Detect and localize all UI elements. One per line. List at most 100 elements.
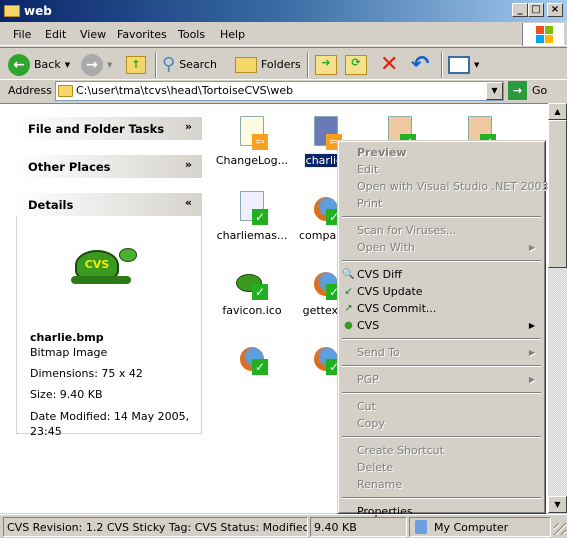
menu-item-send-to[interactable]: Send To ▶ (340, 344, 543, 361)
copy-to-button[interactable]: ⟳ (345, 52, 367, 77)
my-computer-icon (415, 520, 427, 534)
menu-favorites[interactable]: Favorites (117, 28, 167, 41)
menu-item-delete[interactable]: Delete (340, 459, 543, 476)
menu-separator (342, 216, 541, 218)
views-icon (448, 55, 470, 74)
menu-item-cvs-commit[interactable]: ↗ CVS Commit... (340, 300, 543, 317)
undo-button[interactable]: ↶ (411, 52, 429, 77)
back-label: Back (34, 58, 61, 71)
folders-button[interactable]: Folders (235, 52, 301, 77)
scroll-thumb[interactable] (548, 120, 567, 268)
details-dimensions: Dimensions: 75 x 42 (30, 367, 143, 380)
file-name: ChangeLog... (215, 154, 289, 167)
menu-item-print[interactable]: Print (340, 195, 543, 212)
up-folder-icon: ↑ (126, 55, 146, 74)
vertical-scrollbar[interactable]: ▲ ▼ (548, 103, 567, 513)
menu-item-cvs[interactable]: ● CVS ▶ (340, 317, 543, 334)
details-file-type: Bitmap Image (30, 346, 108, 359)
close-button[interactable]: × (547, 3, 563, 17)
menu-item-open-with[interactable]: Open With ▶ (340, 239, 543, 256)
address-label: Address (8, 84, 52, 97)
go-button[interactable]: → Go (508, 81, 547, 100)
delete-button[interactable]: ✕ (380, 52, 398, 77)
menu-separator (342, 338, 541, 340)
forward-button[interactable]: → ▼ (81, 52, 112, 77)
folder-icon (4, 5, 20, 17)
menu-item-open-with-visual-studio-net-2003[interactable]: Open with Visual Studio .NET 2003 (340, 178, 548, 195)
details-size: Size: 9.40 KB (30, 388, 103, 401)
file-item[interactable]: ⇦ ChangeLog... (212, 116, 292, 167)
move-to-icon: ➜ (315, 54, 337, 75)
cvs-ok-overlay-icon: ✓ (252, 284, 268, 300)
status-bar: CVS Revision: 1.2 CVS Sticky Tag: CVS St… (0, 514, 567, 538)
title-bar: web _ □ × (0, 0, 567, 22)
charlie-turtle-preview: CVS (67, 244, 143, 288)
menu-item-cvs-diff[interactable]: 🔍 CVS Diff (340, 266, 543, 283)
menu-edit[interactable]: Edit (45, 28, 66, 41)
magnifier-icon: 🔍 (342, 269, 355, 280)
views-button[interactable]: ▼ (448, 52, 479, 77)
cvs-modified-overlay-icon: ⇦ (252, 134, 268, 150)
menu-item-copy[interactable]: Copy (340, 415, 543, 432)
search-label: Search (179, 58, 217, 71)
menu-item-create-shortcut[interactable]: Create Shortcut (340, 442, 543, 459)
minimize-button[interactable]: _ (512, 3, 528, 17)
menu-help[interactable]: Help (220, 28, 245, 41)
menu-item-pgp[interactable]: PGP ▶ (340, 371, 543, 388)
copy-to-icon: ⟳ (345, 54, 367, 75)
menu-separator (342, 436, 541, 438)
status-size: 9.40 KB (310, 517, 407, 537)
details-header[interactable]: Details « (16, 193, 202, 216)
resize-grip[interactable] (554, 523, 566, 535)
menu-bar: File Edit View Favorites Tools Help (0, 22, 567, 46)
commit-arrow-icon: ↗ (344, 303, 353, 314)
folders-label: Folders (261, 58, 301, 71)
other-places-header[interactable]: Other Places» (16, 155, 202, 178)
submenu-arrow-icon: ▶ (528, 321, 535, 330)
collapse-chevron-icon: « (184, 196, 192, 209)
menu-item-cut[interactable]: Cut (340, 398, 543, 415)
turtle-icon: ● (344, 320, 353, 331)
menu-item-cvs-update[interactable]: ↙ CVS Update (340, 283, 543, 300)
submenu-arrow-icon: ▶ (528, 243, 535, 252)
menu-item-preview[interactable]: Preview (340, 144, 543, 161)
expand-chevron-icon: » (184, 120, 192, 133)
go-arrow-icon: → (508, 81, 527, 100)
address-dropdown-button[interactable]: ▼ (486, 82, 503, 100)
status-zone: My Computer (409, 517, 551, 537)
delete-x-icon: ✕ (380, 52, 399, 77)
file-item[interactable]: ✓ favicon.ico (212, 266, 292, 317)
search-button[interactable]: ⚲ Search (162, 52, 217, 77)
address-value: C:\user\tma\tcvs\head\TortoiseCVS\web (76, 84, 294, 97)
menu-tools[interactable]: Tools (178, 28, 205, 41)
file-name: favicon.ico (222, 304, 282, 317)
file-item[interactable]: ✓ (212, 341, 292, 379)
scroll-up-button[interactable]: ▲ (548, 103, 567, 120)
maximize-button[interactable]: □ (528, 3, 544, 17)
move-to-button[interactable]: ➜ (315, 52, 337, 77)
scroll-down-button[interactable]: ▼ (548, 496, 567, 513)
menu-view[interactable]: View (80, 28, 106, 41)
file-item[interactable]: ✓ charliemas... (212, 191, 292, 242)
submenu-arrow-icon: ▶ (528, 375, 535, 384)
forward-arrow-icon: → (81, 53, 103, 76)
up-folder-button[interactable]: ↑ (126, 52, 146, 77)
menu-item-scan-for-viruses[interactable]: Scan for Viruses... (340, 222, 543, 239)
folders-icon (235, 56, 257, 73)
task-pane: File and Folder Tasks» Other Places» Det… (0, 104, 212, 513)
back-button[interactable]: ← Back ▼ (8, 52, 70, 77)
search-icon: ⚲ (162, 54, 176, 75)
details-file-name: charlie.bmp (30, 331, 104, 344)
file-folder-tasks-header[interactable]: File and Folder Tasks» (16, 117, 202, 140)
undo-icon: ↶ (411, 52, 430, 77)
menu-item-edit[interactable]: Edit (340, 161, 543, 178)
update-arrow-icon: ↙ (344, 286, 353, 297)
cvs-ok-overlay-icon: ✓ (252, 359, 268, 375)
menu-file[interactable]: File (13, 28, 31, 41)
address-input[interactable]: C:\user\tma\tcvs\head\TortoiseCVS\web ▼ (55, 81, 504, 101)
window-title: web (24, 4, 52, 18)
menu-item-rename[interactable]: Rename (340, 476, 543, 493)
back-arrow-icon: ← (8, 53, 30, 76)
file-name: charliemas... (216, 229, 288, 242)
context-menu: Preview Edit Open with Visual Studio .NET … (337, 140, 548, 518)
